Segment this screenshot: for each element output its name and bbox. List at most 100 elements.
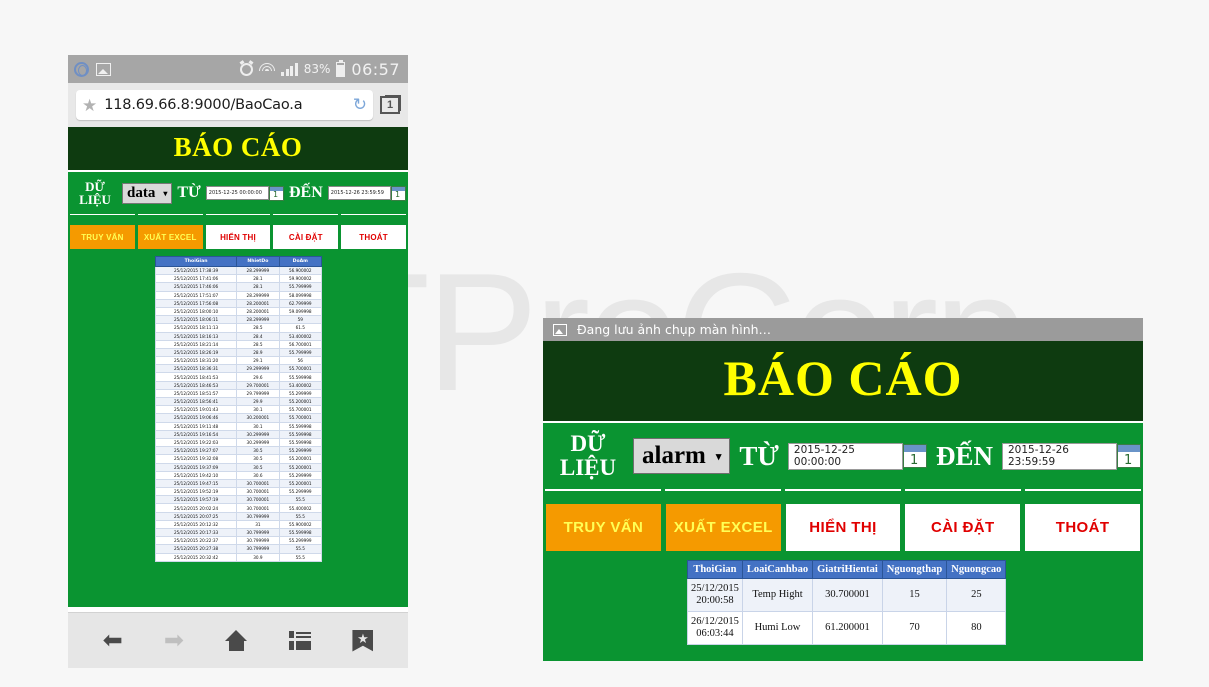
table-cell: 29.700001 [236, 380, 280, 390]
table-cell: 28.1 [236, 282, 280, 292]
table-cell: 28.200001 [236, 298, 280, 308]
phone-from-cell: 2015-12-25 00:00:00 [205, 174, 284, 212]
table-cell: 25/12/2015 19:37:09 [154, 462, 238, 472]
calendar-icon[interactable] [1117, 444, 1142, 468]
desktop-data-label-cell: DỮ LIỆU [545, 425, 631, 487]
table-row: 25/12/2015 20:32:42 30.9 55.5 [154, 552, 323, 562]
home-icon[interactable] [225, 630, 248, 651]
desktop-from-label: TỪ [739, 440, 779, 471]
desktop-dataset-select[interactable]: alarm ▾ [633, 438, 731, 474]
table-cell: 25/12/2015 18:21:14 [154, 339, 238, 349]
alarm-data-table: ThoiGian LoaiCanhbao GiatriHientai Nguongth… [687, 560, 1007, 646]
calendar-icon[interactable] [269, 185, 284, 201]
table-cell: 25/12/2015 18:31:20 [154, 356, 238, 366]
table-row: 25/12/2015 20:02:24 30.700001 55.400002 [154, 503, 323, 513]
phone-thoat-button[interactable]: THOÁT [341, 225, 406, 249]
hien-thi-button[interactable]: HIỂN THỊ [785, 504, 901, 551]
truy-van-button[interactable]: TRUY VẤN [546, 504, 661, 551]
desktop-table-area: ThoiGian LoaiCanhbao GiatriHientai Nguongth… [543, 554, 1143, 649]
table-cell: 29.799999 [236, 388, 280, 399]
table-cell: 30.799999 [236, 536, 280, 546]
table-cell: 25/12/2015 20:12:32 [154, 519, 238, 530]
phone-to-input[interactable]: 2015-12-26 23:59:59 [327, 186, 392, 200]
address-bar[interactable]: ★ 118.69.66.8:9000/BaoCao.a ↻ [76, 90, 373, 120]
table-row: 25/12/2015 18:26:19 28.9 55.799999 [154, 347, 323, 358]
forward-arrow-icon[interactable]: ➡ [164, 628, 184, 653]
table-cell: 53.400002 [278, 331, 323, 341]
table-cell: 25/12/2015 17:51:07 [154, 290, 238, 300]
cai-dat-button[interactable]: CÀI ĐẶT [905, 504, 1021, 551]
desktop-button-row: TRUY VẤN XUẤT EXCEL HIỂN THỊ CÀI ĐẶT THO… [543, 501, 1143, 554]
table-cell: 30.5 [236, 454, 280, 464]
phone-page-title: BÁO CÁO [68, 127, 408, 172]
thoat-button[interactable]: THOÁT [1025, 504, 1140, 551]
bookmark-star-icon[interactable]: ★ [352, 629, 374, 652]
phone-data-label: DỮ LIỆU [79, 179, 111, 207]
table-cell: 30.700001 [812, 577, 883, 613]
table-cell: 25/12/2015 19:01:43 [154, 405, 238, 415]
table-row: 25/12/2015 19:11:48 30.1 55.599998 [154, 421, 323, 431]
table-cell: 55.900002 [278, 519, 323, 530]
table-cell: 25/12/2015 19:22:03 [154, 437, 238, 448]
table-cell: 56 [278, 356, 323, 366]
table-cell: 25/12/2015 18:51:57 [154, 388, 238, 399]
desktop-from-cell: 2015-12-25 00:00:00 [787, 425, 927, 487]
table-cell: 25/12/2015 17:41:06 [154, 274, 238, 284]
table-cell: 25/12/2015 20:07:25 [154, 511, 238, 521]
table-cell: 25 [946, 577, 1007, 613]
column-header: DoAm [278, 256, 323, 267]
table-cell: 30.1 [236, 421, 280, 431]
table-row: 25/12/2015 17:41:06 28.1 59.900002 [154, 274, 323, 284]
xuat-excel-button[interactable]: XUẤT EXCEL [665, 504, 781, 551]
tabs-list-icon[interactable] [289, 631, 312, 650]
table-cell: 55.200001 [278, 396, 323, 407]
calendar-icon[interactable] [902, 444, 927, 468]
table-row: 25/12/2015 18:46:53 29.700001 53.400002 [154, 380, 323, 390]
table-cell: 59.099998 [278, 306, 323, 317]
phone-cai-dat-button[interactable]: CÀI ĐẶT [273, 225, 339, 249]
phone-truy-van-button[interactable]: TRUY VẤN [70, 225, 135, 249]
table-cell: 25/12/2015 19:32:08 [154, 454, 238, 464]
tab-count-button[interactable]: 1 [380, 95, 401, 114]
desktop-from-input[interactable]: 2015-12-25 00:00:00 [787, 442, 903, 470]
table-header-row: ThoiGian LoaiCanhbao GiatriHientai Nguongth… [687, 560, 1007, 579]
table-cell: Humi Low [741, 611, 814, 646]
table-cell: 30.299999 [236, 437, 280, 448]
table-cell: 30.700001 [236, 478, 280, 489]
reload-icon[interactable]: ↻ [353, 95, 367, 115]
wifi-icon [259, 63, 276, 75]
phone-from-input[interactable]: 2015-12-25 00:00:00 [205, 186, 269, 200]
table-cell: 70 [881, 611, 948, 646]
phone-xuat-excel-button[interactable]: XUẤT EXCEL [137, 225, 203, 249]
table-cell: 55.5 [278, 495, 323, 505]
table-cell: 55.799999 [278, 282, 323, 292]
table-cell: 55.299999 [278, 446, 323, 456]
desktop-to-input[interactable]: 2015-12-26 23:59:59 [1001, 442, 1118, 470]
phone-hien-thi-button[interactable]: HIỂN THỊ [205, 225, 271, 249]
table-cell: 58.099998 [278, 290, 323, 300]
table-cell: 56.700001 [278, 339, 323, 349]
table-cell: 29.1 [236, 356, 280, 366]
phone-web-page: BÁO CÁO DỮ LIỆU data ▾ TỪ 2015-12-25 00:… [68, 127, 408, 612]
table-cell: 55.599998 [278, 372, 323, 382]
desktop-divider-row [543, 489, 1143, 501]
calendar-icon[interactable] [391, 185, 407, 201]
phone-to-label-cell: ĐẾN [286, 174, 326, 212]
table-cell: 25/12/2015 19:52:19 [154, 487, 238, 497]
table-cell: 25/12/2015 20:00:58 [687, 577, 743, 613]
table-cell: 26/12/2015 06:03:44 [687, 611, 743, 646]
table-header-row: ThoiGian NhietDo DoAm [154, 256, 323, 267]
phone-dataset-select[interactable]: data ▾ [122, 182, 173, 204]
table-cell: 29.299999 [236, 364, 280, 374]
table-cell: 25/12/2015 20:27:38 [154, 544, 238, 554]
chevron-down-icon: ▾ [715, 450, 722, 463]
back-arrow-icon[interactable]: ⬅ [103, 628, 123, 653]
table-cell: 28.299999 [236, 315, 280, 325]
table-row: 25/12/2015 19:57:19 30.700001 55.5 [154, 495, 323, 505]
opera-browser-icon [74, 61, 89, 77]
table-row: 25/12/2015 18:56:41 29.9 55.200001 [154, 396, 323, 407]
table-cell: 30.700001 [236, 487, 280, 497]
star-icon[interactable]: ★ [82, 97, 97, 114]
table-row: 25/12/2015 19:37:09 30.5 55.200001 [154, 462, 323, 472]
desktop-page-title: BÁO CÁO [543, 341, 1143, 423]
